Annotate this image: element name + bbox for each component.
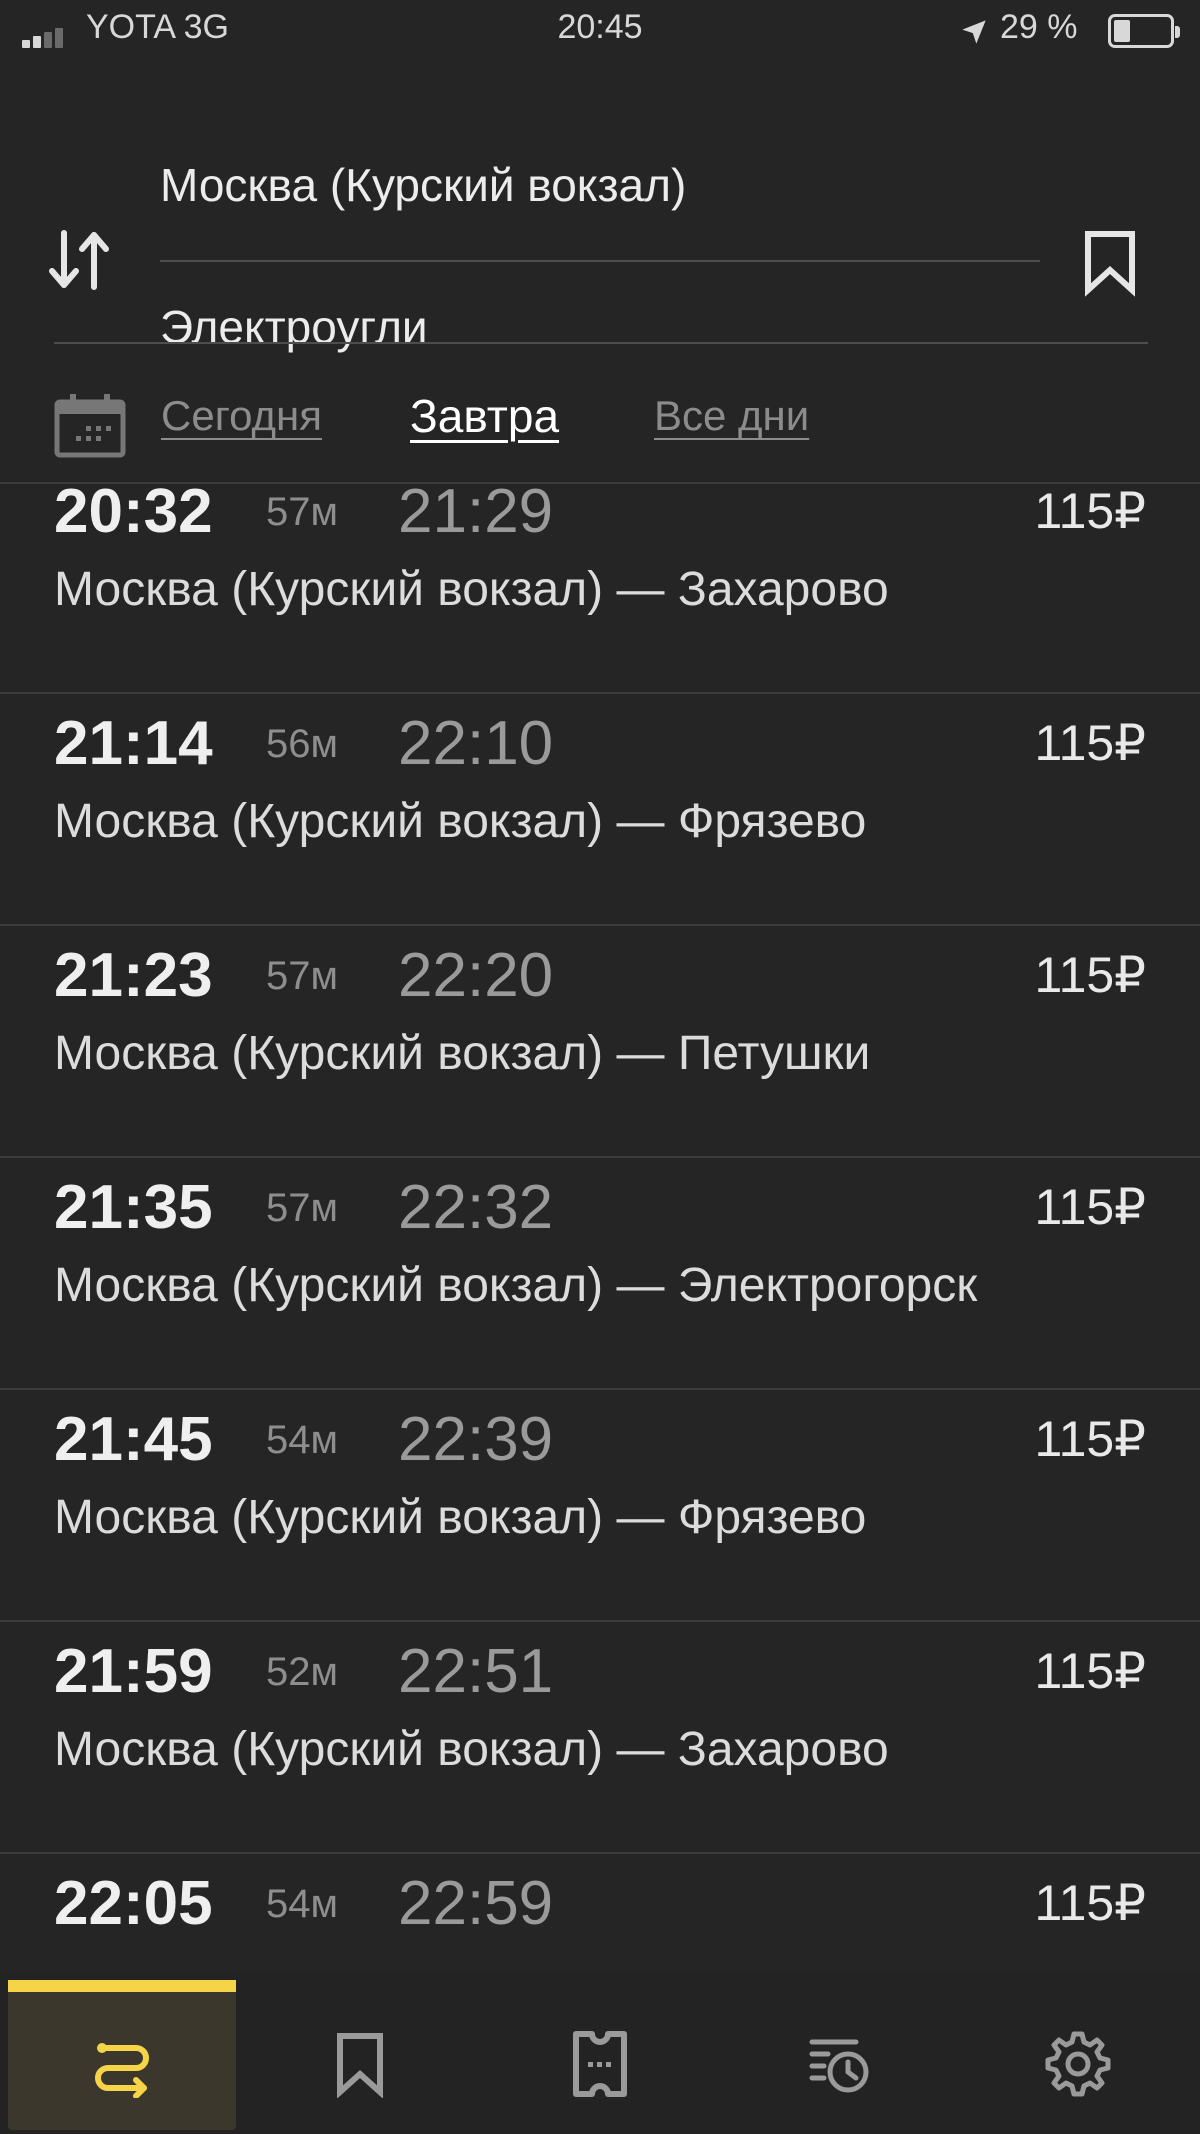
trip-duration: 54м <box>266 1882 338 1926</box>
ticket-icon <box>573 2031 627 2097</box>
trip-row[interactable]: 21:45 54м 22:39 115₽ Москва (Курский вок… <box>0 1390 1200 1622</box>
header-divider <box>54 342 1148 344</box>
trip-duration: 54м <box>266 1418 338 1462</box>
trip-route: Москва (Курский вокзал) — Фрязево <box>54 1491 867 1544</box>
tab-today[interactable]: Сегодня <box>161 392 322 440</box>
history-icon <box>809 2039 869 2093</box>
calendar-icon[interactable] <box>54 392 126 458</box>
location-arrow-icon <box>962 20 986 44</box>
trip-price: 115₽ <box>1034 483 1146 539</box>
trip-duration: 57м <box>266 1186 338 1230</box>
to-station-field[interactable]: Электроугли <box>160 300 428 354</box>
trips-list[interactable]: 20:32 57м 21:29 115₽ Москва (Курский вок… <box>0 482 1200 1972</box>
departure-time: 21:23 <box>54 941 213 1010</box>
tab-tickets[interactable] <box>486 1980 714 2130</box>
departure-time: 20:32 <box>54 482 213 546</box>
trip-row[interactable]: 21:59 52м 22:51 115₽ Москва (Курский вок… <box>0 1622 1200 1854</box>
from-station-field[interactable]: Москва (Курский вокзал) <box>160 158 686 212</box>
route-header: Москва (Курский вокзал) Электроугли <box>0 60 1200 353</box>
trip-route: Москва (Курский вокзал) — Захарово <box>54 563 889 616</box>
battery-percentage: 29 % <box>1000 8 1078 46</box>
trip-row[interactable]: 22:05 54м 22:59 115₽ <box>0 1854 1200 1972</box>
trip-route: Москва (Курский вокзал) — Электрогорск <box>54 1259 978 1312</box>
departure-time: 21:45 <box>54 1405 213 1474</box>
departure-time: 21:35 <box>54 1173 213 1242</box>
tab-favorites[interactable] <box>246 1980 474 2130</box>
trip-row[interactable]: 21:23 57м 22:20 115₽ Москва (Курский вок… <box>0 926 1200 1158</box>
tab-all-days[interactable]: Все дни <box>654 392 809 440</box>
arrival-time: 21:29 <box>398 482 554 546</box>
arrival-time: 22:59 <box>398 1869 554 1938</box>
trip-price: 115₽ <box>1034 715 1146 771</box>
date-tabs: Сегодня Завтра Все дни <box>0 372 1200 472</box>
tab-routes[interactable] <box>8 1980 236 2130</box>
departure-time: 21:14 <box>54 709 213 778</box>
trip-route: Москва (Курский вокзал) — Петушки <box>54 1027 871 1080</box>
arrival-time: 22:51 <box>398 1637 554 1706</box>
battery-icon <box>1108 14 1180 48</box>
trip-route: Москва (Курский вокзал) — Захарово <box>54 1723 889 1776</box>
departure-time: 21:59 <box>54 1637 213 1706</box>
trip-route: Москва (Курский вокзал) — Фрязево <box>54 795 867 848</box>
bottom-tab-bar <box>0 1972 1200 2134</box>
trip-duration: 57м <box>266 954 338 998</box>
screen: YOTA 3G 20:45 29 % Москва (Курский вокза… <box>0 0 1200 2134</box>
arrival-time: 22:39 <box>398 1405 554 1474</box>
bookmark-icon <box>337 2033 383 2098</box>
trip-price: 115₽ <box>1034 1411 1146 1467</box>
route-divider <box>160 260 1040 262</box>
trip-duration: 57м <box>266 490 338 534</box>
status-bar: YOTA 3G 20:45 29 % <box>0 0 1200 50</box>
bookmark-icon[interactable] <box>1080 228 1140 298</box>
tab-tomorrow[interactable]: Завтра <box>410 389 559 443</box>
departure-time: 22:05 <box>54 1869 213 1938</box>
trip-price: 115₽ <box>1034 947 1146 1003</box>
settings-icon <box>1045 2031 1111 2097</box>
trip-price: 115₽ <box>1034 1179 1146 1235</box>
tab-history[interactable] <box>726 1980 954 2130</box>
trip-price: 115₽ <box>1034 1875 1146 1931</box>
arrival-time: 22:10 <box>398 709 554 778</box>
trip-row[interactable]: 20:32 57м 21:29 115₽ Москва (Курский вок… <box>0 482 1200 694</box>
trip-row[interactable]: 21:14 56м 22:10 115₽ Москва (Курский вок… <box>0 694 1200 926</box>
trip-duration: 56м <box>266 722 338 766</box>
trip-duration: 52м <box>266 1650 338 1694</box>
arrival-time: 22:32 <box>398 1173 554 1242</box>
trip-price: 115₽ <box>1034 1643 1146 1699</box>
trip-row[interactable]: 21:35 57м 22:32 115₽ Москва (Курский вок… <box>0 1158 1200 1390</box>
swap-direction-icon[interactable] <box>44 225 114 295</box>
arrival-time: 22:20 <box>398 941 554 1010</box>
route-icon <box>95 2043 149 2098</box>
tab-settings[interactable] <box>964 1980 1192 2130</box>
